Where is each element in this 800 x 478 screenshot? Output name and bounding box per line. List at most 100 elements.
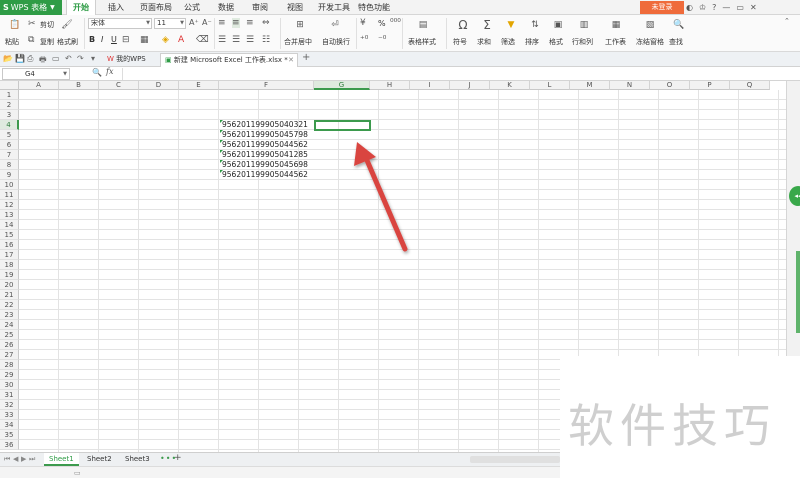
column-header-o[interactable]: O bbox=[650, 81, 690, 90]
open-icon[interactable]: 📂 bbox=[3, 54, 13, 63]
row-header-31[interactable]: 31 bbox=[0, 390, 19, 400]
cell-f6[interactable]: 956201199905044562 bbox=[220, 140, 315, 150]
decrease-font-icon[interactable]: A⁻ bbox=[202, 18, 212, 27]
filter-icon[interactable]: ▼ bbox=[502, 17, 520, 33]
scissors-icon[interactable]: ✂ bbox=[28, 19, 36, 29]
copy-icon[interactable]: ⧉ bbox=[28, 35, 34, 45]
sheet-tab-1[interactable]: Sheet1 bbox=[44, 453, 79, 466]
align-middle-icon[interactable]: ≡ bbox=[232, 18, 240, 28]
row-header-15[interactable]: 15 bbox=[0, 230, 19, 240]
help-icon[interactable]: ? bbox=[712, 3, 716, 12]
row-header-11[interactable]: 11 bbox=[0, 190, 19, 200]
orientation-icon[interactable]: ⇔ bbox=[262, 18, 270, 28]
column-header-h[interactable]: H bbox=[370, 81, 410, 90]
increase-font-icon[interactable]: A⁺ bbox=[189, 18, 199, 27]
font-color-icon[interactable]: A bbox=[178, 35, 184, 45]
align-left-icon[interactable]: ☰ bbox=[218, 35, 226, 45]
thousands-icon[interactable]: ⁰⁰⁰ bbox=[390, 18, 401, 28]
sum-icon[interactable]: Σ bbox=[478, 17, 496, 33]
row-header-16[interactable]: 16 bbox=[0, 240, 19, 250]
row-header-24[interactable]: 24 bbox=[0, 320, 19, 330]
row-header-2[interactable]: 2 bbox=[0, 100, 19, 110]
row-header-8[interactable]: 8 bbox=[0, 160, 19, 170]
align-bottom-icon[interactable]: ≡ bbox=[246, 18, 254, 28]
tab-review[interactable]: 审阅 bbox=[252, 0, 268, 15]
zoom-formula-icon[interactable]: 🔍 bbox=[92, 68, 102, 77]
cell-f8[interactable]: 956201199905045698 bbox=[220, 160, 315, 170]
cell-f5[interactable]: 956201199905045798 bbox=[220, 130, 315, 140]
fill-color-icon[interactable]: ◈ bbox=[162, 35, 169, 45]
row-header-34[interactable]: 34 bbox=[0, 420, 19, 430]
format-painter-button[interactable]: 格式刷 bbox=[57, 37, 78, 47]
print-preview-icon[interactable]: ⎙ bbox=[27, 54, 33, 64]
row-header-5[interactable]: 5 bbox=[0, 130, 19, 140]
insert-function-button[interactable]: fx bbox=[106, 67, 113, 76]
row-header-17[interactable]: 17 bbox=[0, 250, 19, 260]
symbol-button[interactable]: 符号 bbox=[453, 37, 467, 47]
last-sheet-icon[interactable]: ⏭ bbox=[29, 455, 35, 464]
paste-button[interactable]: 粘贴 bbox=[5, 37, 19, 47]
row-header-26[interactable]: 26 bbox=[0, 340, 19, 350]
column-header-g[interactable]: G bbox=[314, 81, 370, 90]
row-header-9[interactable]: 9 bbox=[0, 170, 19, 180]
freeze-panes-icon[interactable]: ▧ bbox=[641, 17, 659, 33]
tab-page-layout[interactable]: 页面布局 bbox=[140, 0, 172, 15]
column-header-d[interactable]: D bbox=[139, 81, 179, 90]
sheet-tab-2[interactable]: Sheet2 bbox=[82, 453, 117, 466]
merge-center-icon[interactable]: ⊞ bbox=[291, 17, 309, 33]
row-header-10[interactable]: 10 bbox=[0, 180, 19, 190]
sort-icon[interactable]: ⇅ bbox=[526, 17, 544, 33]
preview-icon[interactable]: ▭ bbox=[52, 54, 60, 63]
next-sheet-icon[interactable]: ▶ bbox=[21, 455, 26, 463]
symbol-icon[interactable]: Ω bbox=[454, 17, 472, 33]
row-header-27[interactable]: 27 bbox=[0, 350, 19, 360]
column-header-m[interactable]: M bbox=[570, 81, 610, 90]
tab-special-features[interactable]: 特色功能 bbox=[358, 0, 390, 15]
column-header-j[interactable]: J bbox=[450, 81, 490, 90]
row-header-18[interactable]: 18 bbox=[0, 260, 19, 270]
italic-button[interactable]: I bbox=[101, 35, 103, 44]
row-header-22[interactable]: 22 bbox=[0, 300, 19, 310]
row-header-33[interactable]: 33 bbox=[0, 410, 19, 420]
row-header-32[interactable]: 32 bbox=[0, 400, 19, 410]
format-icon[interactable]: ▣ bbox=[549, 17, 567, 33]
side-panel-toggle-icon[interactable]: ◂◂ bbox=[789, 186, 800, 206]
percent-button[interactable]: % bbox=[378, 19, 386, 28]
increase-decimal-icon[interactable]: ⁺⁰ bbox=[360, 35, 368, 45]
number-format-icon[interactable]: ¥ bbox=[360, 18, 366, 28]
first-sheet-icon[interactable]: ⏮ bbox=[4, 455, 10, 464]
column-header-i[interactable]: I bbox=[410, 81, 450, 90]
shirt-icon[interactable]: ♔ bbox=[699, 3, 706, 12]
cell-f9[interactable]: 956201199905044562 bbox=[220, 170, 315, 180]
restore-icon[interactable]: ▭ bbox=[736, 3, 744, 12]
collapse-ribbon-icon[interactable]: ⌃ bbox=[784, 17, 790, 25]
column-header-a[interactable]: A bbox=[19, 81, 59, 90]
row-header-36[interactable]: 36 bbox=[0, 440, 19, 450]
undo-icon[interactable]: ↶ bbox=[65, 54, 72, 63]
new-tab-icon[interactable]: + bbox=[302, 52, 310, 63]
column-header-b[interactable]: B bbox=[59, 81, 99, 90]
find-icon[interactable]: 🔍 bbox=[670, 17, 688, 33]
column-header-q[interactable]: Q bbox=[730, 81, 770, 90]
column-header-l[interactable]: L bbox=[530, 81, 570, 90]
row-header-7[interactable]: 7 bbox=[0, 150, 19, 160]
redo-icon[interactable]: ↷ bbox=[77, 54, 84, 63]
decrease-decimal-icon[interactable]: ⁻⁰ bbox=[378, 35, 386, 45]
align-right-icon[interactable]: ☰ bbox=[246, 35, 254, 45]
find-button[interactable]: 查找 bbox=[669, 37, 683, 47]
row-header-21[interactable]: 21 bbox=[0, 290, 19, 300]
cell-f7[interactable]: 956201199905041285 bbox=[220, 150, 315, 160]
row-header-3[interactable]: 3 bbox=[0, 110, 19, 120]
row-header-4[interactable]: 4 bbox=[0, 120, 19, 130]
column-header-e[interactable]: E bbox=[179, 81, 219, 90]
column-header-k[interactable]: K bbox=[490, 81, 530, 90]
paste-icon[interactable]: 📋 bbox=[6, 17, 24, 33]
row-header-12[interactable]: 12 bbox=[0, 200, 19, 210]
bold-button[interactable]: B bbox=[89, 35, 95, 44]
filter-button[interactable]: 筛选 bbox=[501, 37, 515, 47]
font-name-select[interactable]: 宋体 ▼ bbox=[88, 18, 152, 29]
sheet-tab-3[interactable]: Sheet3 bbox=[120, 453, 155, 466]
horizontal-scrollbar[interactable] bbox=[470, 456, 560, 463]
distribute-icon[interactable]: ☷ bbox=[262, 35, 270, 45]
align-top-icon[interactable]: ≡ bbox=[218, 18, 226, 28]
